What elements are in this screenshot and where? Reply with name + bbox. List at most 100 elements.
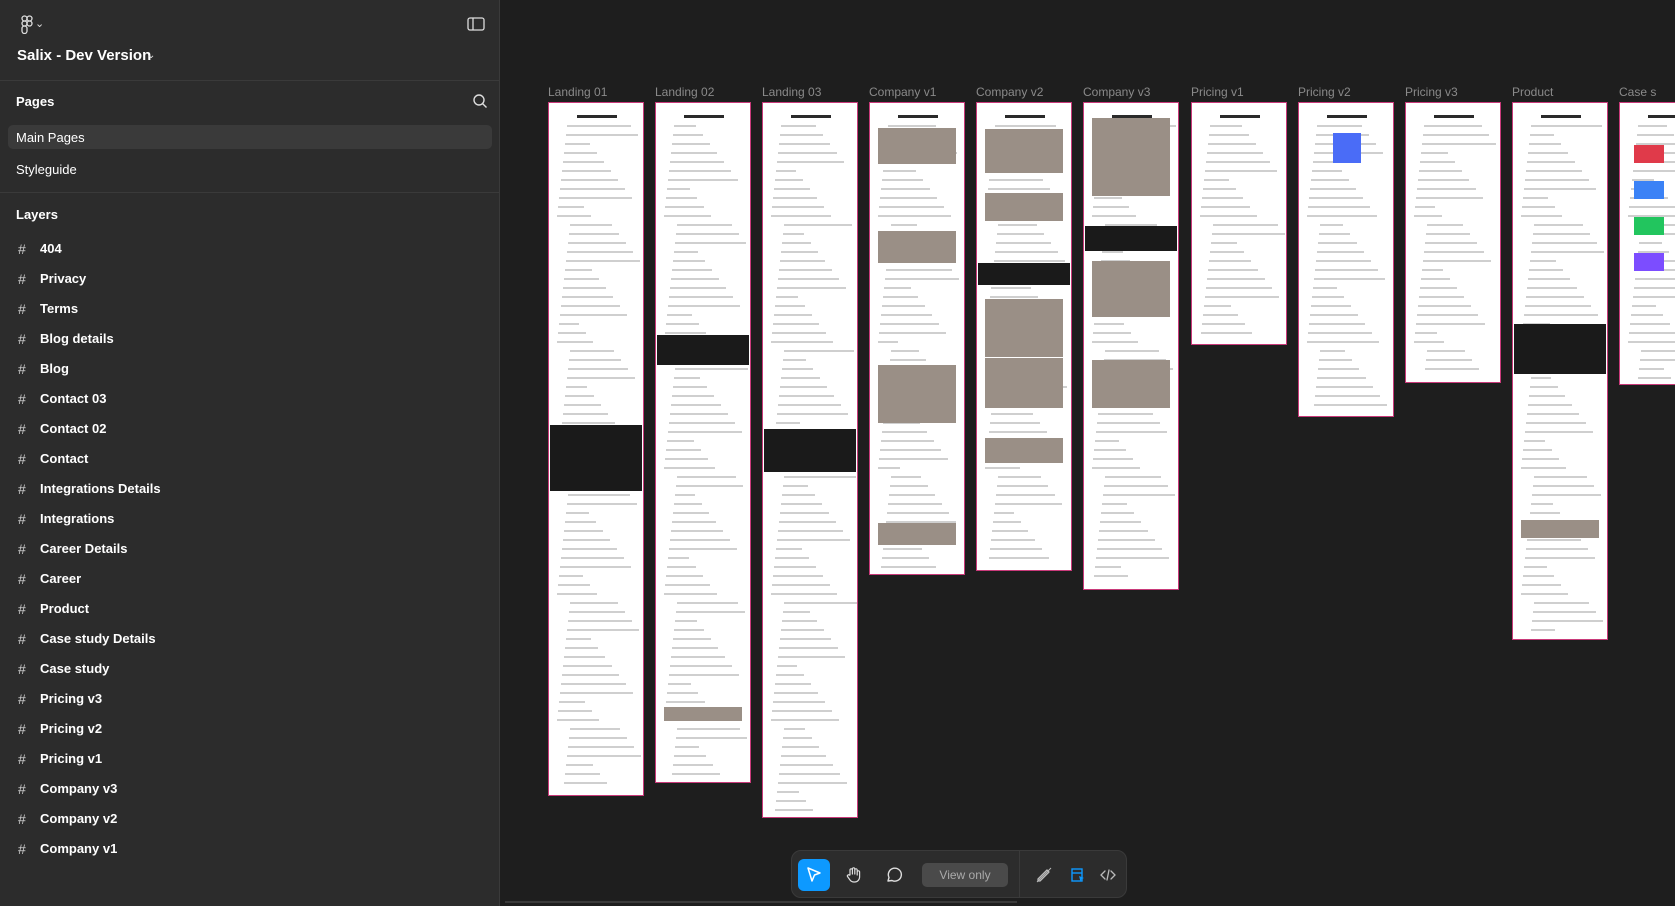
thumbnail-text-line [1102,251,1123,253]
frame-label[interactable]: Company v2 [976,85,1043,99]
layer-item[interactable]: # Pricing v3 [0,683,500,713]
thumbnail-text-line [1316,260,1371,262]
layer-item[interactable]: # Case study Details [0,623,500,653]
thumbnail-text-line [772,206,824,208]
thumbnail-text-line [879,332,946,334]
thumbnail-text-line [1201,332,1252,334]
thumbnail-text-line [1308,206,1370,208]
layer-item[interactable]: # Pricing v2 [0,713,500,743]
layer-item[interactable]: # Company v1 [0,833,500,863]
frame-thumbnail[interactable] [762,102,858,818]
frame-label[interactable]: Pricing v3 [1405,85,1458,99]
thumbnail-text-line [1523,449,1552,451]
frame-thumbnail[interactable] [1512,102,1608,640]
thumbnail-text-line [558,584,590,586]
frame-label[interactable]: Product [1512,85,1553,99]
figma-logo-icon[interactable] [17,14,37,34]
sidebar-toggle-icon[interactable] [467,16,485,32]
layer-item[interactable]: #404 [0,233,500,263]
frame-label[interactable]: Landing 03 [762,85,821,99]
layer-item[interactable]: # Integrations [0,503,500,533]
layer-item[interactable]: # Privacy [0,263,500,293]
page-item-styleguide[interactable]: Styleguide [8,157,492,181]
thumbnail-text-line [564,404,601,406]
thumbnail-text-line [564,278,599,280]
frame-thumbnail[interactable] [1191,102,1287,345]
thumbnail-text-line [1101,512,1134,514]
move-tool-button[interactable] [798,859,830,891]
frame-thumbnail[interactable] [1298,102,1394,417]
thumbnail-text-line [674,377,700,379]
frame-thumbnail[interactable] [1619,102,1675,385]
comment-tool-button[interactable] [878,859,910,891]
thumbnail-text-line [675,368,748,370]
thumbnail-text-line [566,512,589,514]
thumbnail-text-line [1528,404,1572,406]
thumbnail-text-line [567,377,635,379]
layer-item[interactable]: # Blog details [0,323,500,353]
layer-item[interactable]: # Company v3 [0,773,500,803]
frame-label[interactable]: Pricing v2 [1298,85,1351,99]
thumbnail-text-line [671,404,721,406]
dev-mode-button[interactable] [1092,859,1124,891]
canvas[interactable]: Landing 01 Landing 02 Landing 03 Company v1… [501,0,1675,906]
layer-item-label: Product [40,601,90,616]
thumbnail-text-line [990,548,1042,550]
annotate-tool-button[interactable] [1028,859,1060,891]
thumbnail-text-line [668,431,742,433]
thumbnail-text-line [560,314,627,316]
layer-item[interactable]: # Contact [0,443,500,473]
thumbnail-image [985,358,1063,408]
frame-label[interactable]: Company v3 [1083,85,1150,99]
frame-thumbnail[interactable] [869,102,965,575]
layer-item[interactable]: # Pricing v1 [0,743,500,773]
frame-label[interactable]: Company v1 [869,85,936,99]
layer-item[interactable]: # Career Details [0,533,500,563]
thumbnail-image [878,523,956,545]
layer-item[interactable]: # Contact 02 [0,413,500,443]
thumbnail-text-line [559,323,579,325]
page-item-main-pages[interactable]: Main Pages [8,125,492,149]
thumbnail-text-line [1521,593,1568,595]
thumbnail-text-line [777,791,799,793]
frame-thumbnail[interactable] [1405,102,1501,383]
thumbnail-dark-section [1514,324,1606,374]
layer-item-label: Integrations [40,511,115,526]
file-title-chevron-icon[interactable]: ⌄ [147,50,155,61]
layer-item[interactable]: # Career [0,563,500,593]
design-mode-button[interactable] [1062,859,1094,891]
frame-thumbnail[interactable] [655,102,751,783]
thumbnail-text-line [677,602,738,604]
layer-item[interactable]: # Integrations Details [0,473,500,503]
thumbnail-text-line [772,710,832,712]
main-menu-chevron-icon[interactable]: ⌄ [35,17,44,30]
frame-thumbnail[interactable] [548,102,644,796]
layer-item[interactable]: # Case study [0,653,500,683]
layer-item[interactable]: # Product [0,593,500,623]
thumbnail-text-line [776,296,798,298]
frame-label[interactable]: Case s [1619,85,1656,99]
frame-icon: # [18,571,26,587]
hand-tool-button[interactable] [838,859,870,891]
thumbnail-text-line [675,620,697,622]
thumbnail-text-line [1104,485,1168,487]
layer-item[interactable]: # Contact 03 [0,383,500,413]
frame-thumbnail[interactable] [1083,102,1179,590]
frame-label[interactable]: Landing 01 [548,85,607,99]
thumbnail-text-line [1641,350,1675,352]
thumbnail-text-line [881,314,932,316]
thumbnail-text-line [1093,332,1131,334]
thumbnail-text-line [673,134,703,136]
thumbnail-text-line [990,296,1038,298]
file-title[interactable]: Salix - Dev Version [17,47,151,64]
frame-label[interactable]: Landing 02 [655,85,714,99]
canvas-scrollbar[interactable] [505,901,1017,903]
thumbnail-text-line [1207,152,1263,154]
layer-item[interactable]: # Terms [0,293,500,323]
thumbnail-text-line [1528,278,1570,280]
frame-label[interactable]: Pricing v1 [1191,85,1244,99]
layer-item[interactable]: # Company v2 [0,803,500,833]
frame-thumbnail[interactable] [976,102,1072,571]
layer-item[interactable]: # Blog [0,353,500,383]
search-pages-icon[interactable] [472,93,488,109]
